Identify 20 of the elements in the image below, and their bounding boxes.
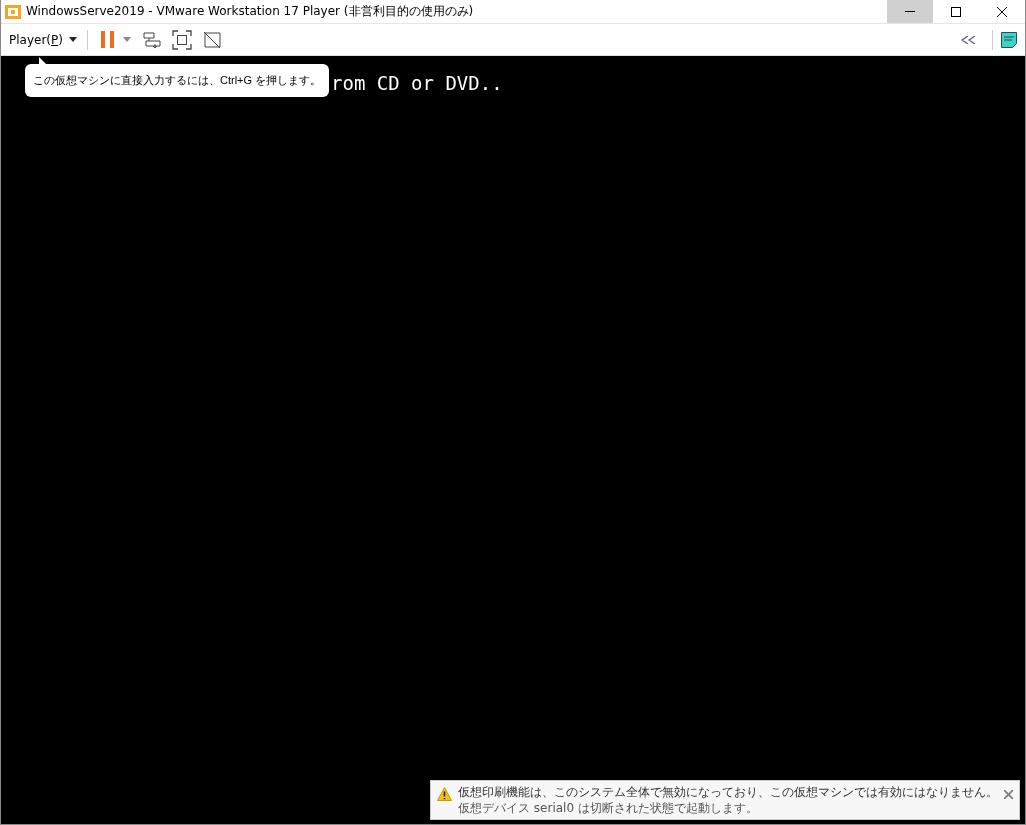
maximize-icon: [951, 6, 961, 17]
console-text: rom CD or DVD..: [331, 72, 503, 94]
window-title: WindowsServe2019 - VMware Workstation 17 Player (非営利目的の使用のみ): [26, 3, 475, 20]
notification-message: 仮想印刷機能は、このシステム全体で無効になっており、この仮想マシンでは有効にはなりません。: [458, 784, 998, 800]
close-icon: [997, 6, 1007, 17]
notification-detail: 仮想デバイス serial0 は切断された状態で起動します。: [458, 800, 759, 816]
player-menu[interactable]: Player(P): [1, 27, 69, 52]
dropdown-caret-icon[interactable]: [68, 37, 77, 42]
collapse-icon[interactable]: [961, 35, 976, 44]
note-icon[interactable]: [1001, 31, 1017, 48]
vm-console[interactable]: この仮想マシンに直接入力するには、Ctrl+G を押します。 rom CD or DVD.. 仮想印刷機能は、このシステム全体で無効になっており、この仮想マシンでは有効にはなりません。 仮想デバイス serial0 は切断された状態で起動します。: [1, 56, 1025, 824]
tooltip: この仮想マシンに直接入力するには、Ctrl+G を押します。: [25, 64, 330, 97]
close-icon: [1004, 790, 1013, 799]
fullscreen-icon[interactable]: [171, 29, 192, 50]
app-logo-icon: [4, 3, 22, 20]
pause-icon[interactable]: [100, 31, 115, 48]
send-keys-icon[interactable]: [142, 30, 161, 49]
close-button[interactable]: [1004, 787, 1013, 802]
minimize-icon: [905, 10, 915, 13]
warning-icon: [437, 787, 452, 801]
